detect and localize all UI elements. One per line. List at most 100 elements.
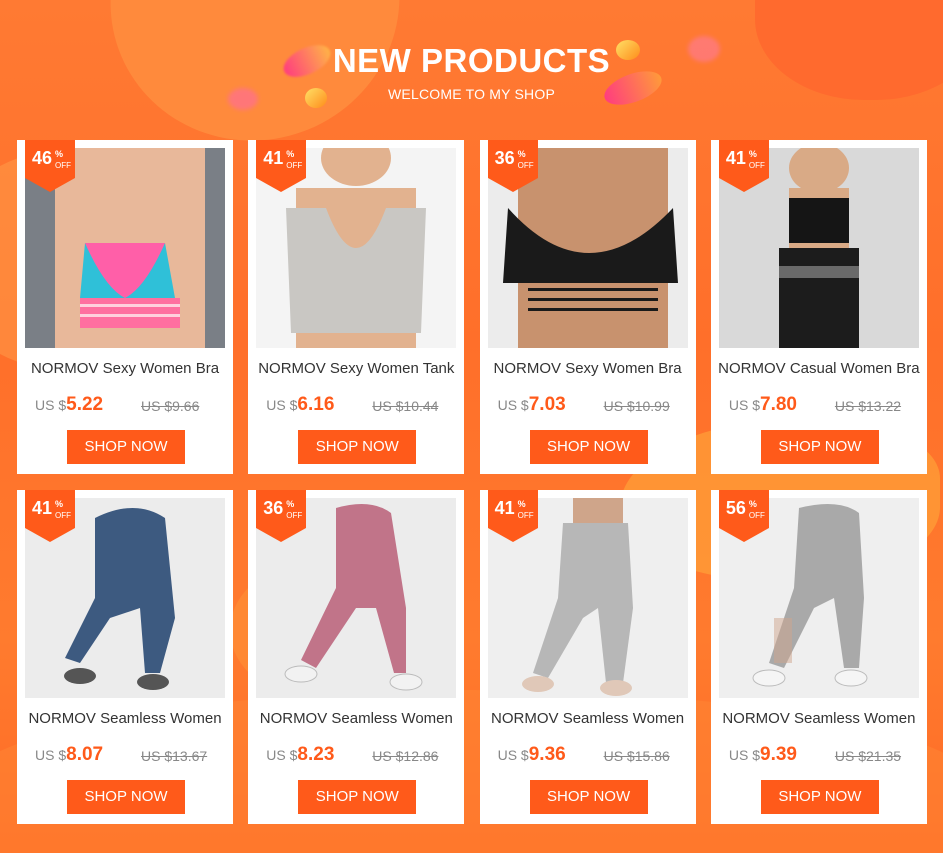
discount-value: 56 — [725, 498, 746, 518]
off-label: OFF — [748, 511, 765, 520]
product-name-overflow — [252, 378, 460, 384]
price-value: 9.39 — [760, 744, 797, 765]
shop-now-button[interactable]: SHOP NOW — [298, 430, 417, 464]
discount-value: 41 — [32, 498, 53, 518]
off-label: OFF — [748, 161, 765, 170]
original-price: US $9.66 — [141, 398, 200, 414]
product-name[interactable]: NORMOV Seamless Women — [484, 709, 692, 729]
percent-sign: % — [748, 499, 757, 509]
price-row: US $8.07 US $13.67 — [17, 744, 233, 768]
price-value: 8.07 — [66, 744, 104, 765]
price-value: 5.22 — [66, 394, 104, 415]
currency: US $ — [728, 747, 761, 763]
discount-value: 41 — [725, 148, 746, 168]
sale-price: US $5.22 — [35, 394, 103, 416]
shop-now-button[interactable]: SHOP NOW — [298, 780, 417, 814]
product-card[interactable]: 46 % OFF NORMOV Sexy Women Bra US $5.22 … — [17, 140, 233, 474]
percent-sign: % — [55, 149, 64, 159]
sale-price: US $7.03 — [498, 394, 566, 416]
price-value: 9.36 — [528, 744, 566, 765]
product-name[interactable]: NORMOV Sexy Women Bra — [484, 359, 692, 379]
discount-badge: 41 % OFF — [256, 140, 307, 192]
sale-price: US $8.07 — [35, 744, 103, 766]
off-label: OFF — [55, 511, 71, 520]
shop-now-button[interactable]: SHOP NOW — [760, 430, 879, 464]
original-price: US $15.86 — [603, 748, 670, 764]
percent-sign: % — [286, 149, 295, 159]
original-price: US $21.35 — [834, 748, 902, 764]
currency: US $ — [728, 397, 761, 413]
price-value: 7.80 — [760, 394, 797, 415]
original-price: US $12.86 — [372, 748, 439, 764]
discount-badge: 41 % OFF — [25, 490, 75, 542]
price-row: US $9.39 US $21.35 — [711, 744, 927, 768]
sale-price: US $7.80 — [729, 394, 797, 416]
page-title: NEW PRODUCTS — [332, 42, 611, 79]
product-name[interactable]: NORMOV Seamless Women — [21, 709, 229, 729]
original-price: US $10.99 — [603, 398, 670, 414]
discount-badge: 56 % OFF — [718, 490, 769, 542]
product-name[interactable]: NORMOV Sexy Women Bra — [21, 359, 229, 379]
original-price: US $13.67 — [141, 748, 208, 764]
discount-value: 41 — [263, 148, 284, 168]
percent-sign: % — [55, 499, 64, 509]
discount-value: 36 — [494, 148, 515, 168]
price-row: US $6.16 US $10.44 — [248, 394, 464, 418]
product-name[interactable]: NORMOV Seamless Women — [715, 709, 923, 729]
product-name-overflow — [484, 378, 692, 384]
section-heading: NEW PRODUCTS WELCOME TO MY SHOP — [0, 42, 943, 102]
price-row: US $7.03 US $10.99 — [480, 394, 696, 418]
off-label: OFF — [286, 161, 303, 170]
page-subtitle: WELCOME TO MY SHOP — [388, 86, 555, 102]
product-name-overflow — [21, 378, 229, 384]
original-price: US $13.22 — [834, 398, 902, 414]
shop-now-button[interactable]: SHOP NOW — [67, 780, 185, 814]
product-card[interactable]: 41 % OFF NORMOV Sexy Women Tank US $6.16… — [248, 140, 465, 474]
product-name-overflow — [715, 378, 923, 384]
product-name[interactable]: NORMOV Seamless Women — [252, 709, 460, 729]
discount-value: 41 — [494, 498, 515, 518]
product-card[interactable]: 56 % OFF NORMOV Seamless Women US $9.39 … — [710, 490, 927, 824]
sale-price: US $9.39 — [729, 744, 797, 766]
product-card[interactable]: 41 % OFF NORMOV Casual Women Bra US $7.8… — [710, 140, 927, 474]
percent-sign: % — [286, 499, 295, 509]
currency: US $ — [35, 397, 67, 413]
off-label: OFF — [55, 161, 71, 170]
shop-now-button[interactable]: SHOP NOW — [760, 780, 879, 814]
currency: US $ — [266, 397, 298, 413]
product-name[interactable]: NORMOV Casual Women Bra — [715, 359, 923, 379]
original-price: US $10.44 — [372, 398, 439, 414]
price-value: 6.16 — [297, 394, 335, 415]
discount-value: 36 — [263, 498, 284, 518]
sale-price: US $6.16 — [266, 394, 334, 416]
percent-sign: % — [748, 149, 757, 159]
product-card[interactable]: 41 % OFF NORMOV Seamless Women US $8.07 … — [17, 490, 233, 824]
discount-badge: 36 % OFF — [487, 140, 538, 192]
price-row: US $7.80 US $13.22 — [711, 394, 927, 418]
price-value: 7.03 — [528, 394, 566, 415]
product-card[interactable]: 36 % OFF NORMOV Sexy Women Bra US $7.03 … — [479, 140, 696, 474]
off-label: OFF — [517, 161, 534, 170]
shop-now-button[interactable]: SHOP NOW — [529, 430, 648, 464]
off-label: OFF — [286, 511, 303, 520]
product-card[interactable]: 36 % OFF NORMOV Seamless Women US $8.23 … — [248, 490, 465, 824]
product-name-overflow — [715, 728, 923, 734]
product-name-overflow — [252, 728, 460, 734]
currency: US $ — [35, 747, 67, 763]
sale-price: US $9.36 — [498, 744, 566, 766]
currency: US $ — [266, 747, 298, 763]
discount-badge: 46 % OFF — [25, 140, 75, 192]
currency: US $ — [497, 397, 529, 413]
sale-price: US $8.23 — [266, 744, 334, 766]
discount-badge: 36 % OFF — [256, 490, 307, 542]
shop-now-button[interactable]: SHOP NOW — [67, 430, 185, 464]
discount-badge: 41 % OFF — [487, 490, 538, 542]
product-card[interactable]: 41 % OFF NORMOV Seamless Women US $9.36 … — [479, 490, 696, 824]
currency: US $ — [497, 747, 529, 763]
product-name[interactable]: NORMOV Sexy Women Tank — [252, 359, 460, 379]
price-row: US $9.36 US $15.86 — [480, 744, 696, 768]
product-name-overflow — [484, 728, 692, 734]
product-name-overflow — [21, 728, 229, 734]
shop-now-button[interactable]: SHOP NOW — [529, 780, 648, 814]
percent-sign: % — [517, 499, 526, 509]
